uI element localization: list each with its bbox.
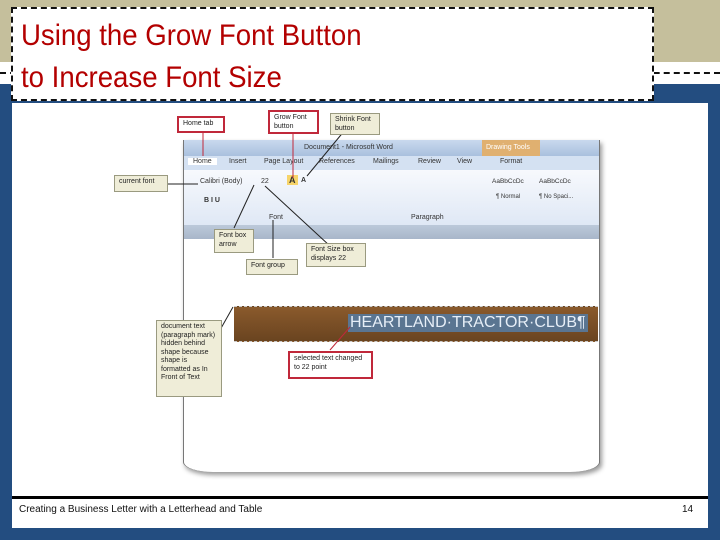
- callout-grow-font: Grow Font button: [268, 110, 319, 134]
- footer-text: Creating a Business Letter with a Letter…: [19, 504, 263, 515]
- callout-current-font: current font: [114, 175, 168, 192]
- callout-selected-text: selected text changed to 22 point: [288, 351, 373, 379]
- callout-font-box-arrow: Font box arrow: [214, 229, 254, 253]
- callout-font-group: Font group: [246, 259, 298, 275]
- page-number: 14: [682, 504, 694, 515]
- callout-shrink-font: Shrink Font button: [330, 113, 380, 135]
- callout-arrows: [166, 129, 351, 351]
- callout-hidden-text: document text (paragraph mark) hidden be…: [156, 320, 222, 397]
- callout-home-tab: Home tab: [177, 116, 225, 133]
- footer-rule: [12, 496, 708, 499]
- callout-font-size-box: Font Size box displays 22: [306, 243, 366, 267]
